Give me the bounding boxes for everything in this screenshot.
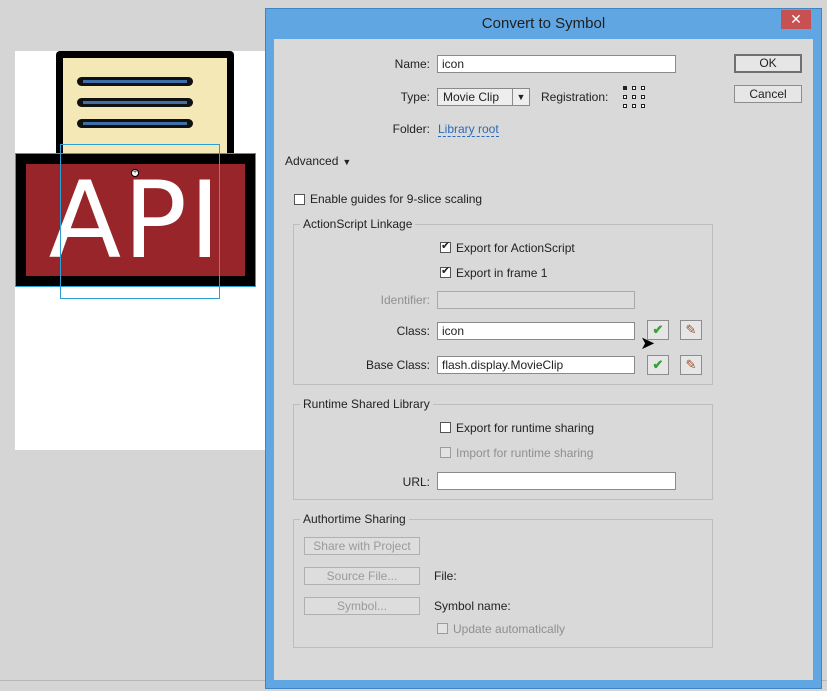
export-actionscript-label: Export for ActionScript (456, 241, 575, 255)
registration-point[interactable] (623, 95, 627, 99)
pencil-icon: ✎ (685, 322, 697, 337)
close-button[interactable]: ✕ (781, 10, 811, 29)
symbol-button: Symbol... (304, 597, 420, 615)
document-line (77, 77, 193, 86)
advanced-label: Advanced (285, 154, 339, 168)
pencil-icon: ✎ (685, 357, 697, 372)
registration-point[interactable] (632, 86, 636, 90)
name-label: Name: (394, 57, 430, 71)
export-actionscript-checkbox[interactable] (440, 239, 451, 253)
validate-base-class-button[interactable]: ✔ (647, 355, 669, 375)
import-runtime-label: Import for runtime sharing (456, 446, 594, 460)
class-label: Class: (396, 324, 430, 338)
nine-slice-label: Enable guides for 9-slice scaling (310, 192, 483, 206)
advanced-toggle[interactable]: Advanced ▼ (285, 154, 351, 168)
folder-link[interactable]: Library root (438, 122, 499, 137)
transform-point-icon[interactable]: + (131, 169, 139, 177)
title-bar[interactable]: Convert to Symbol ✕ (266, 9, 821, 39)
runtime-shared-library-title: Runtime Shared Library (300, 397, 433, 411)
base-class-label: Base Class: (365, 358, 430, 372)
source-file-button: Source File... (304, 567, 420, 585)
file-label: File: (434, 569, 457, 583)
authortime-sharing-title: Authortime Sharing (300, 512, 409, 526)
registration-point[interactable] (641, 95, 645, 99)
document-line (77, 98, 193, 107)
registration-label: Registration: (541, 90, 609, 104)
class-field[interactable]: icon (437, 322, 635, 340)
cancel-button[interactable]: Cancel (734, 85, 802, 103)
export-runtime-label: Export for runtime sharing (456, 421, 595, 435)
symbol-name-label: Symbol name: (434, 599, 511, 613)
chevron-down-icon: ▼ (512, 89, 529, 105)
export-frame1-label: Export in frame 1 (456, 266, 548, 280)
update-automatically-label: Update automatically (453, 622, 566, 636)
edit-base-class-button[interactable]: ✎ (680, 355, 702, 375)
registration-point[interactable] (641, 104, 645, 108)
document-line (77, 119, 193, 128)
actionscript-linkage-title: ActionScript Linkage (300, 217, 416, 231)
triangle-down-icon: ▼ (342, 157, 352, 167)
name-field[interactable]: icon (437, 55, 676, 73)
export-frame1-checkbox[interactable] (440, 264, 451, 278)
registration-point[interactable] (623, 86, 627, 90)
folder-label: Folder: (392, 122, 430, 136)
registration-point[interactable] (623, 104, 627, 108)
update-automatically-checkbox (437, 623, 448, 634)
export-runtime-checkbox[interactable] (440, 422, 451, 433)
share-with-project-button: Share with Project (304, 537, 420, 555)
type-label: Type: (400, 90, 430, 104)
type-select[interactable]: Movie Clip ▼ (437, 88, 530, 106)
identifier-label: Identifier: (380, 293, 430, 307)
symbol-bounding-box[interactable] (60, 144, 220, 299)
ok-button[interactable]: OK (734, 54, 802, 73)
check-icon: ✔ (652, 357, 664, 372)
nine-slice-checkbox[interactable] (294, 194, 305, 205)
url-label: URL: (402, 475, 430, 489)
import-runtime-checkbox (440, 447, 451, 458)
registration-point[interactable] (632, 95, 636, 99)
registration-point[interactable] (641, 86, 645, 90)
url-field[interactable] (437, 472, 676, 490)
type-select-value: Movie Clip (443, 90, 500, 104)
base-class-field[interactable]: flash.display.MovieClip (437, 356, 635, 374)
registration-grid[interactable] (623, 86, 645, 108)
edit-class-button[interactable]: ✎ (680, 320, 702, 340)
close-icon: ✕ (790, 11, 802, 27)
registration-point[interactable] (632, 104, 636, 108)
identifier-field (437, 291, 635, 309)
mouse-cursor-icon: ➤ (640, 333, 656, 353)
dialog-title: Convert to Symbol (481, 15, 606, 32)
